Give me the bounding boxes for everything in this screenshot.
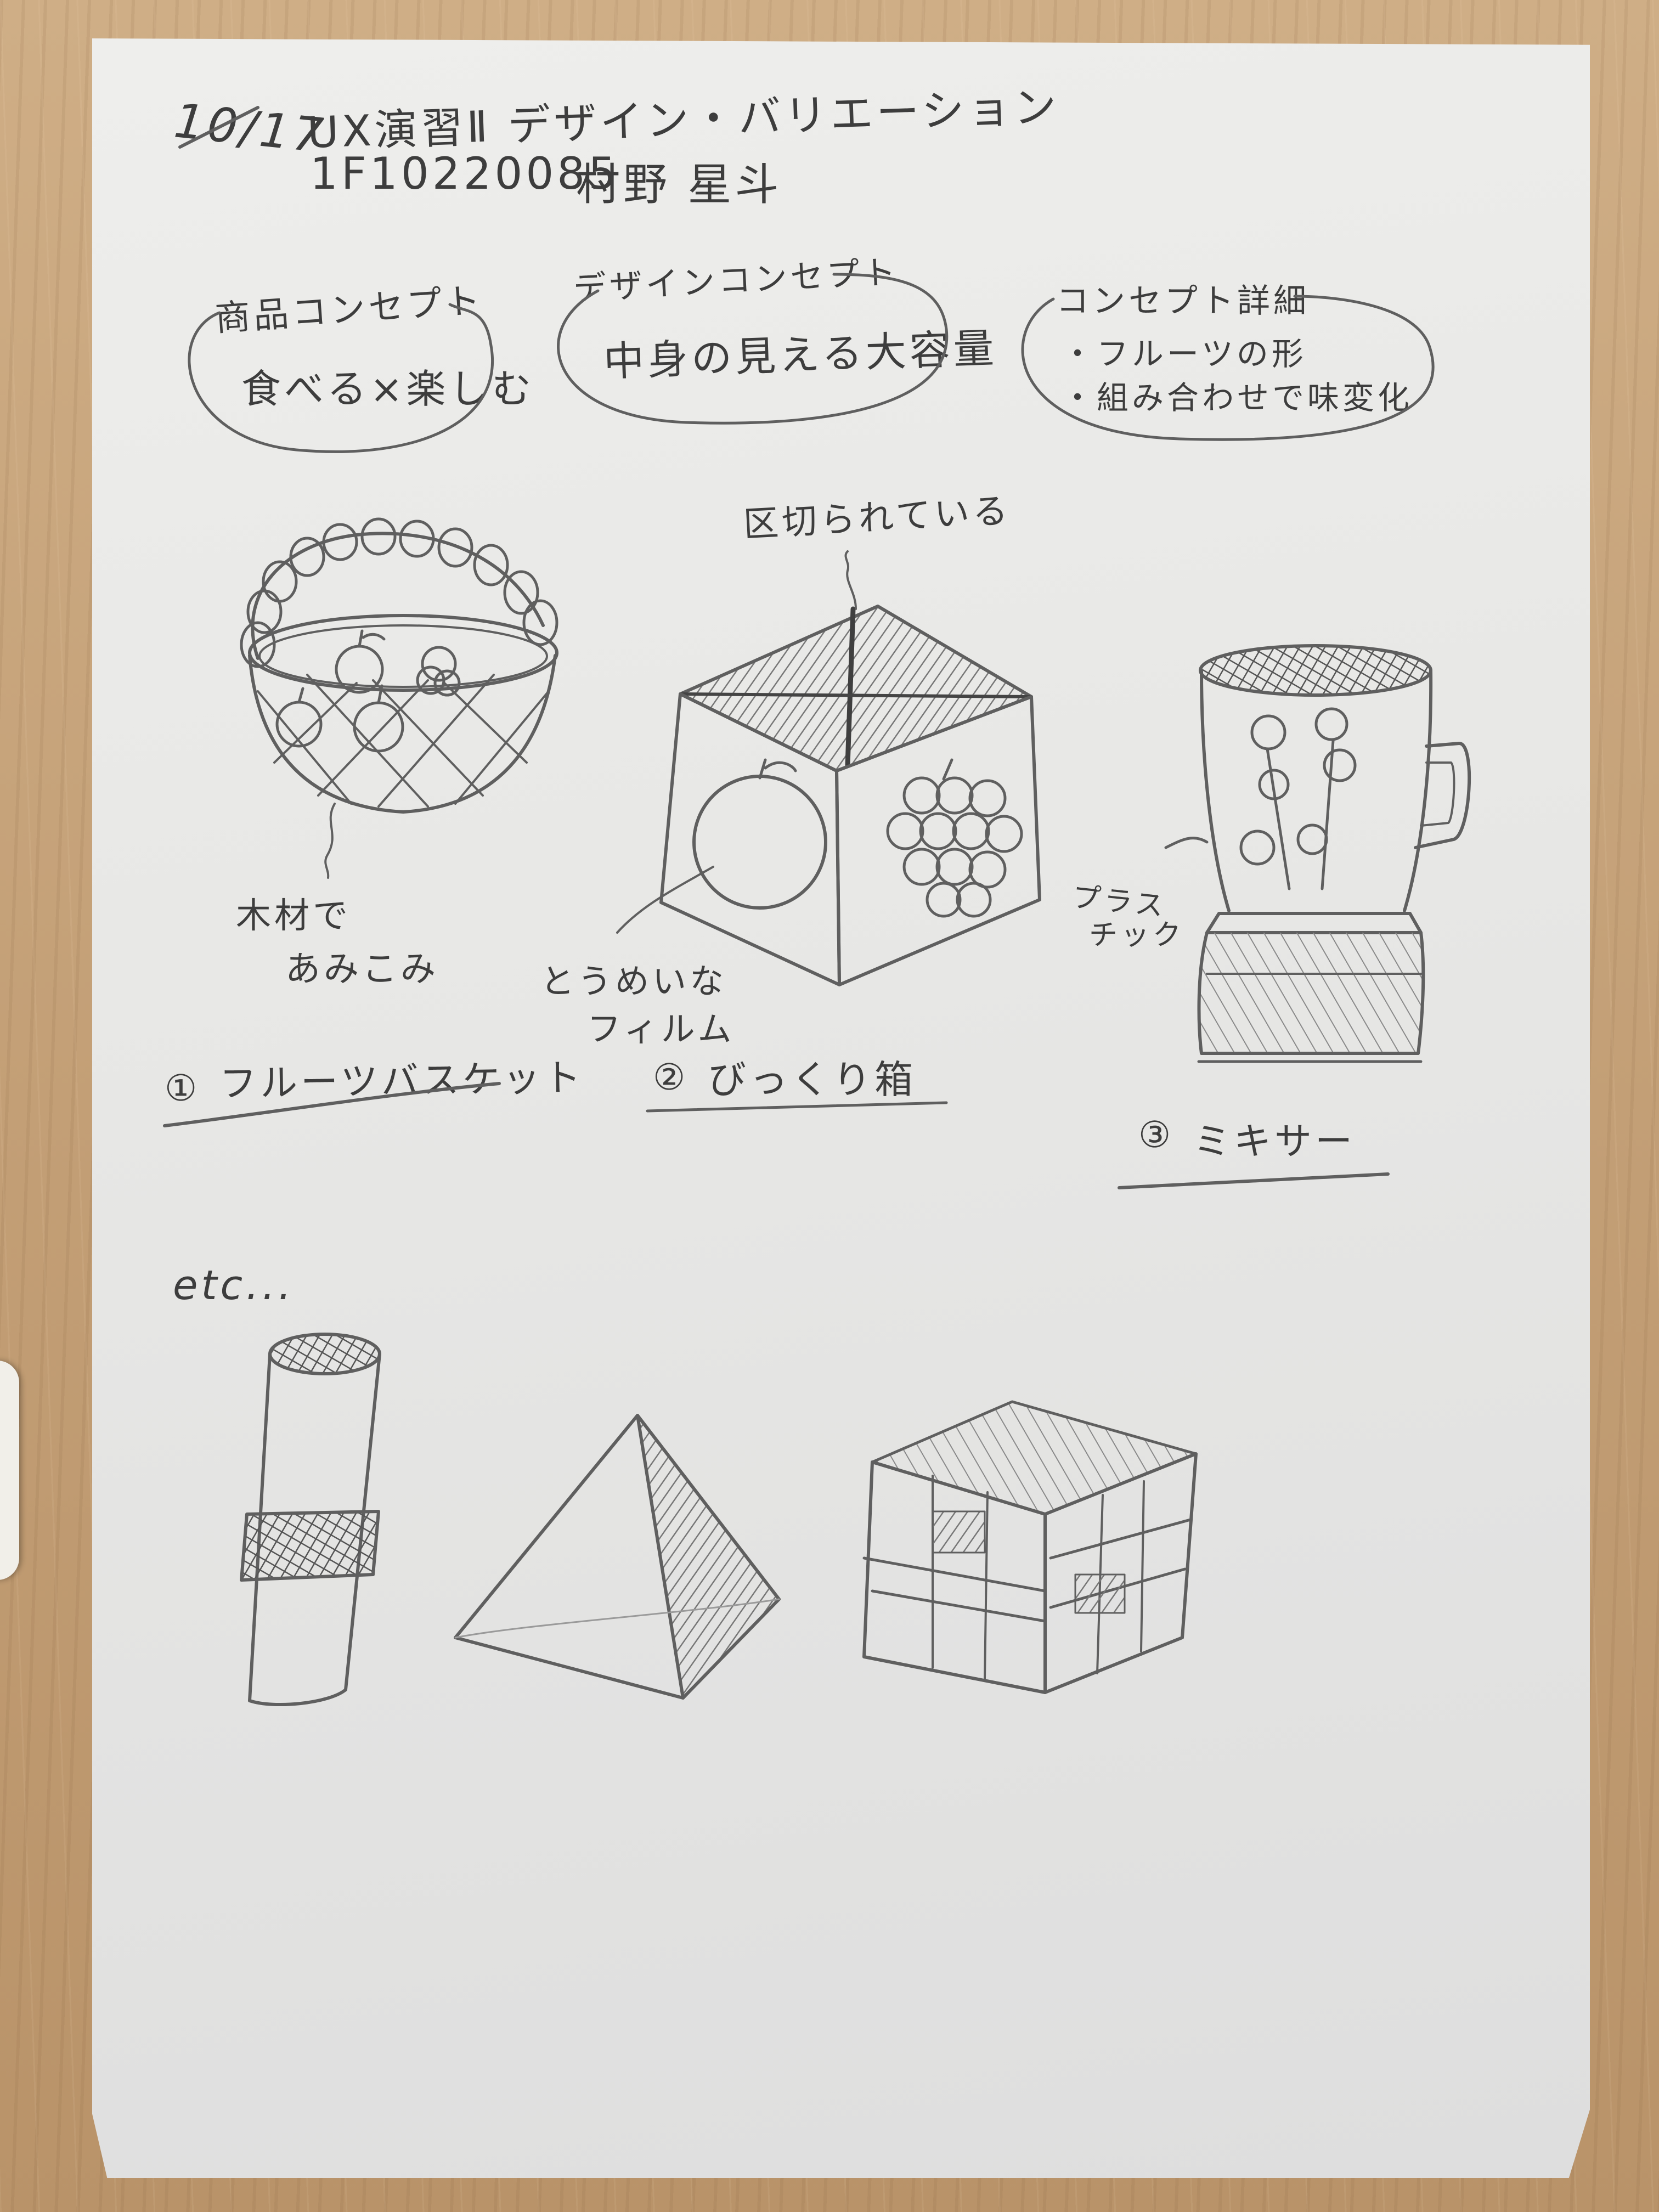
caption-2-underline [646,1101,948,1113]
cylinder-sketch [240,1333,381,1706]
pencil-sketches [163,106,1471,1706]
product-concept-bubble [188,303,494,453]
fruit-basket-sketch [240,517,558,879]
surprise-box-sketch [616,550,1041,986]
cube-grid-sketch [862,1400,1198,1694]
date-slash [178,106,259,149]
caption-1-underline [163,1082,501,1127]
caption-3-underline [1118,1172,1390,1189]
design-concept-bubble [557,273,949,425]
mixer-sketch [1164,644,1471,1063]
pyramid-sketch [454,1414,781,1700]
detail-concept-bubble [1021,295,1435,441]
